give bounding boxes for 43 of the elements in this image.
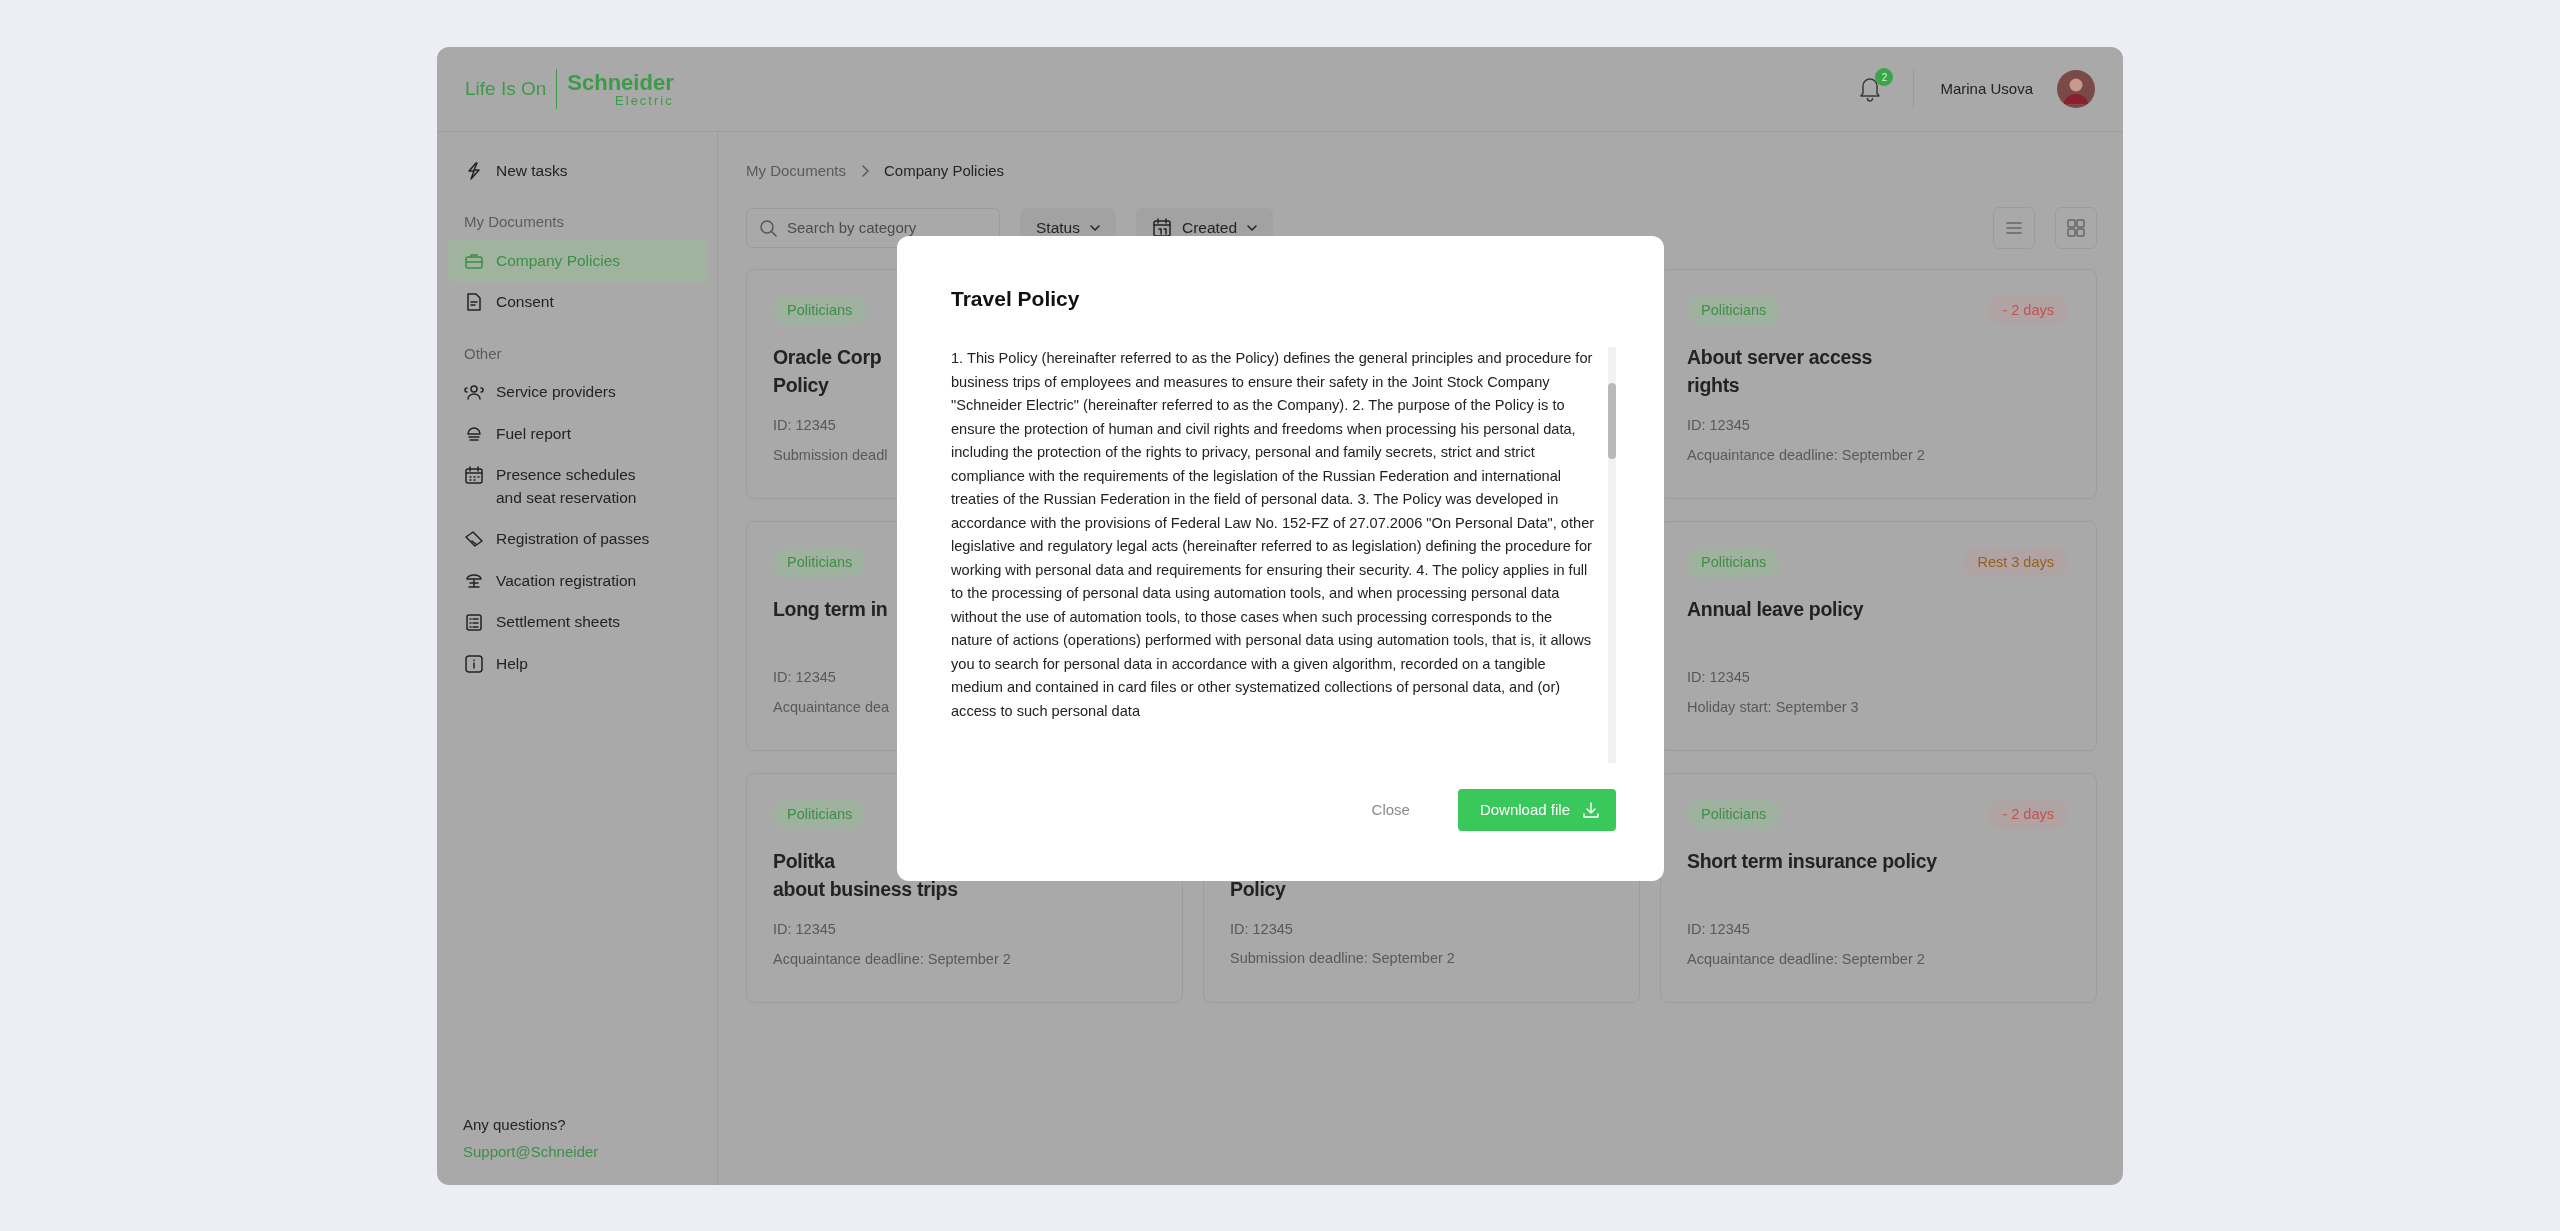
user-name: Marina Usova xyxy=(1940,78,2033,99)
days-left-tag: - 2 days xyxy=(1988,799,2068,830)
category-tag: Politicians xyxy=(773,295,867,326)
notification-count: 2 xyxy=(1875,68,1894,86)
card-title: about business trips xyxy=(773,877,958,903)
dialog-title: Travel Policy xyxy=(951,286,1081,312)
logo-tagline: Life Is On xyxy=(465,76,547,101)
card-title: Short term insurance policy xyxy=(1687,849,1937,875)
card-deadline: Acquaintance dea xyxy=(773,698,890,717)
category-tag: Politicians xyxy=(1687,799,1781,830)
policy-text: 1. This Policy (hereinafter referred to as the Policy) defines the general principles and procedure for business trips of employees and measures to ensure their safety in the Joint Stock Company "Schneider Electric" (hereinafter referred to as the Company). 2. The purpose of the Policy is to ensure the protection of human and civil rights and freedoms when processing his personal data, including the protection of the rights to privacy, personal and family secrets, strict and strict compliance with the requirements of the legislation of the Russian Federation and international treaties of the Russian Federation in the field of personal data. 3. The Policy was developed in accordance with the provisions of Federal Law No. 152-FZ of 27.07.2006 "On Personal Data", other legislative and regulatory legal acts (hereinafter referred to as legislation) defining the procedure for working with personal data and requirements for ensuring their security. 4. The policy applies in full to the processing of personal data using automation tools, and when processing personal data without the use of automation tools, to those cases when such processing corresponds to the nature of actions (operations) performed with personal data using automation tools, that is, it allows you to search for personal data in accordance with a given algorithm, recorded on a tangible medium and contained in card files or other systematized collections of personal data, and (or) access to such personal data xyxy=(951,349,1596,721)
category-tag: Politicians xyxy=(1687,547,1781,578)
card-id: ID: 12345 xyxy=(773,668,836,688)
category-tag: Politicians xyxy=(773,799,867,830)
card-title: Politka xyxy=(773,849,835,875)
card-title: Annual leave policy xyxy=(1687,597,1864,623)
card-title: About server access xyxy=(1687,345,1873,371)
card-title: rights xyxy=(1687,373,1740,399)
card-deadline: Submission deadline: September 2 xyxy=(1230,949,1455,969)
card-title: Long term in xyxy=(773,597,888,623)
card-id: ID: 12345 xyxy=(1687,920,1750,940)
card-title: Oracle Corp xyxy=(773,345,882,371)
card-title: Policy xyxy=(773,373,829,399)
card-deadline: Acquaintance deadline: September 2 xyxy=(1687,950,1925,969)
category-tag: Politicians xyxy=(1687,295,1781,326)
card-deadline: Submission deadl xyxy=(773,446,888,465)
logo-subtitle: Electric xyxy=(614,93,674,107)
card-id: ID: 12345 xyxy=(1687,668,1750,688)
card-deadline: Holiday start: September 3 xyxy=(1687,698,1859,717)
card-id: ID: 12345 xyxy=(1230,919,1293,939)
help-question: Any questions? xyxy=(463,1115,567,1135)
category-tag: Politicians xyxy=(773,547,867,578)
card-id: ID: 12345 xyxy=(1687,416,1750,436)
card-title: Policy xyxy=(1230,876,1286,902)
days-left-tag: - 2 days xyxy=(1988,295,2068,326)
section-heading: Other xyxy=(463,343,503,364)
card-deadline: Acquaintance deadline: September 2 xyxy=(773,950,1011,969)
card-deadline: Acquaintance deadline: September 2 xyxy=(1687,446,1925,465)
days-left-tag: Rest 3 days xyxy=(1963,547,2068,578)
logo-brand-name: Schneider xyxy=(567,71,674,94)
card-id: ID: 12345 xyxy=(773,920,836,940)
section-heading: My Documents xyxy=(463,212,566,233)
card-id: ID: 12345 xyxy=(773,416,836,436)
